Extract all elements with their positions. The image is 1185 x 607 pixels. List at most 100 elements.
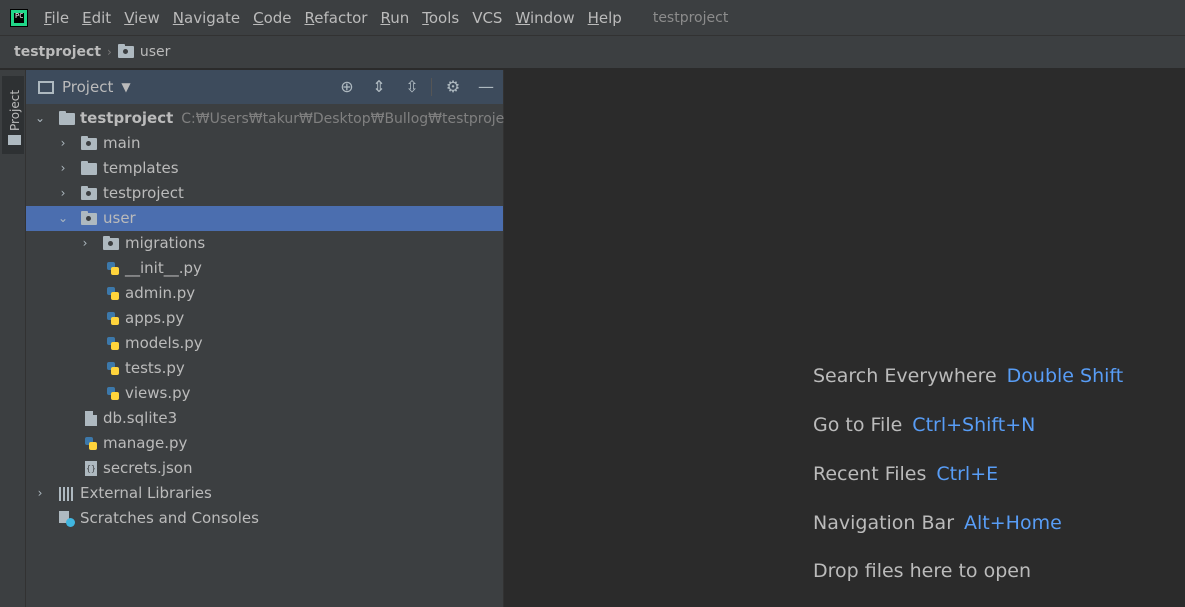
tree-item-label: db.sqlite3 [103,409,178,427]
left-tool-strip: Project [0,70,26,607]
chevron-right-icon[interactable]: › [57,181,69,206]
breadcrumb-current[interactable]: user [140,44,171,60]
tree-item-label: admin.py [125,284,196,302]
folder-icon [59,111,75,125]
tree-item-path: C:₩Users₩takur₩Desktop₩Bullog₩testprojec… [181,111,518,127]
project-tool-window-button[interactable]: Project [2,76,24,154]
tree-item-main[interactable]: › main [26,131,503,156]
json-file-icon: {} [85,461,97,476]
hint-go-to-file: Go to File Ctrl+Shift+N [813,414,1036,436]
tree-item-label: testproject [80,109,174,127]
tree-item-apps-py[interactable]: apps.py [26,306,503,331]
folder-icon [8,135,21,145]
gear-icon[interactable]: ⚙ [443,77,463,97]
editor-empty-area[interactable]: Search Everywhere Double Shift Go to File… [504,70,1185,607]
python-file-icon [106,312,120,326]
breadcrumb-root[interactable]: testproject [14,44,101,60]
tree-item-views-py[interactable]: views.py [26,381,503,406]
chevron-down-icon[interactable]: ⌄ [57,206,69,231]
tree-item-init-py[interactable]: __init__.py [26,256,503,281]
tree-item-external-libraries[interactable]: › External Libraries [26,481,503,506]
shortcut-key: Ctrl+E [936,463,999,485]
python-file-icon [84,437,98,451]
hide-panel-icon[interactable]: — [476,77,496,97]
tree-item-label: user [103,209,136,227]
menu-window[interactable]: Window [515,9,574,27]
menu-tools[interactable]: Tools [422,9,459,27]
python-file-icon [106,337,120,351]
toolbar-divider [431,78,432,96]
tree-item-db-sqlite3[interactable]: db.sqlite3 [26,406,503,431]
shortcut-key: Ctrl+Shift+N [912,414,1036,436]
chevron-down-icon[interactable]: ⌄ [34,106,46,131]
tree-item-label: migrations [125,234,206,252]
file-icon [85,411,97,426]
tree-item-label: main [103,134,141,152]
tree-item-label: Scratches and Consoles [80,509,259,527]
tree-item-label: views.py [125,384,191,402]
tree-item-label: __init__.py [125,259,202,277]
python-file-icon [106,362,120,376]
tree-item-secrets-json[interactable]: {} secrets.json [26,456,503,481]
locate-file-icon[interactable]: ⊕ [337,77,357,97]
chevron-right-icon[interactable]: › [34,481,46,506]
menu-file[interactable]: File [44,9,69,27]
menu-bar: PC File Edit View Navigate Code Refactor… [0,0,1185,35]
menu-vcs[interactable]: VCS [472,9,502,27]
tree-item-label: secrets.json [103,459,193,477]
hint-navigation-bar: Navigation Bar Alt+Home [813,512,1062,534]
tree-item-label: External Libraries [80,484,212,502]
tree-item-admin-py[interactable]: admin.py [26,281,503,306]
tree-item-scratches[interactable]: Scratches and Consoles [26,506,503,531]
tree-item-label: testproject [103,184,184,202]
hint-recent-files: Recent Files Ctrl+E [813,463,999,485]
package-folder-icon [103,236,119,250]
breadcrumb-separator: › [107,45,112,59]
python-file-icon [106,262,120,276]
scratches-icon [59,511,75,527]
tree-item-user[interactable]: ⌄ user [26,206,503,231]
tree-item-manage-py[interactable]: manage.py [26,431,503,456]
python-file-icon [106,387,120,401]
package-folder-icon [117,44,134,58]
package-folder-icon [81,186,97,200]
collapse-all-icon[interactable]: ⇳ [402,77,422,97]
project-tree: ⌄ testproject C:₩Users₩takur₩Desktop₩Bull… [26,106,518,531]
project-view-selector[interactable]: Project [62,78,113,96]
hint-search-everywhere: Search Everywhere Double Shift [813,365,1124,387]
menu-edit[interactable]: Edit [82,9,111,27]
menu-navigate[interactable]: Navigate [173,9,240,27]
project-view-icon [38,80,54,94]
pycharm-logo-icon: PC [10,8,28,27]
chevron-right-icon[interactable]: › [79,231,91,256]
chevron-right-icon[interactable]: › [57,156,69,181]
menu-run[interactable]: Run [380,9,409,27]
breadcrumb: testproject › user [0,35,1185,69]
project-tool-label: Project [8,89,22,131]
tree-item-label: models.py [125,334,203,352]
package-folder-icon [81,136,97,150]
folder-icon [81,161,97,175]
tree-item-tests-py[interactable]: tests.py [26,356,503,381]
package-folder-icon [81,211,97,225]
expand-all-icon[interactable]: ⇕ [369,77,389,97]
project-panel: Project ▼ ⊕ ⇕ ⇳ ⚙ — ⌄ testproject C:₩User… [26,70,518,607]
tree-item-label: templates [103,159,179,177]
chevron-right-icon[interactable]: › [57,131,69,156]
menu-help[interactable]: Help [588,9,622,27]
menu-view[interactable]: View [124,9,160,27]
tree-item-models-py[interactable]: models.py [26,331,503,356]
tree-item-migrations[interactable]: › migrations [26,231,503,256]
tree-item-testproject-root[interactable]: ⌄ testproject C:₩Users₩takur₩Desktop₩Bull… [26,106,518,131]
menu-code[interactable]: Code [253,9,291,27]
shortcut-key: Alt+Home [964,512,1062,534]
python-file-icon [106,287,120,301]
shortcut-key: Double Shift [1006,365,1124,387]
window-title: testproject [652,9,729,26]
tree-item-templates[interactable]: › templates [26,156,503,181]
caret-down-icon[interactable]: ▼ [121,80,130,94]
menu-refactor[interactable]: Refactor [305,9,368,27]
libraries-icon [59,487,75,501]
tree-item-label: manage.py [103,434,188,452]
tree-item-testproject[interactable]: › testproject [26,181,503,206]
